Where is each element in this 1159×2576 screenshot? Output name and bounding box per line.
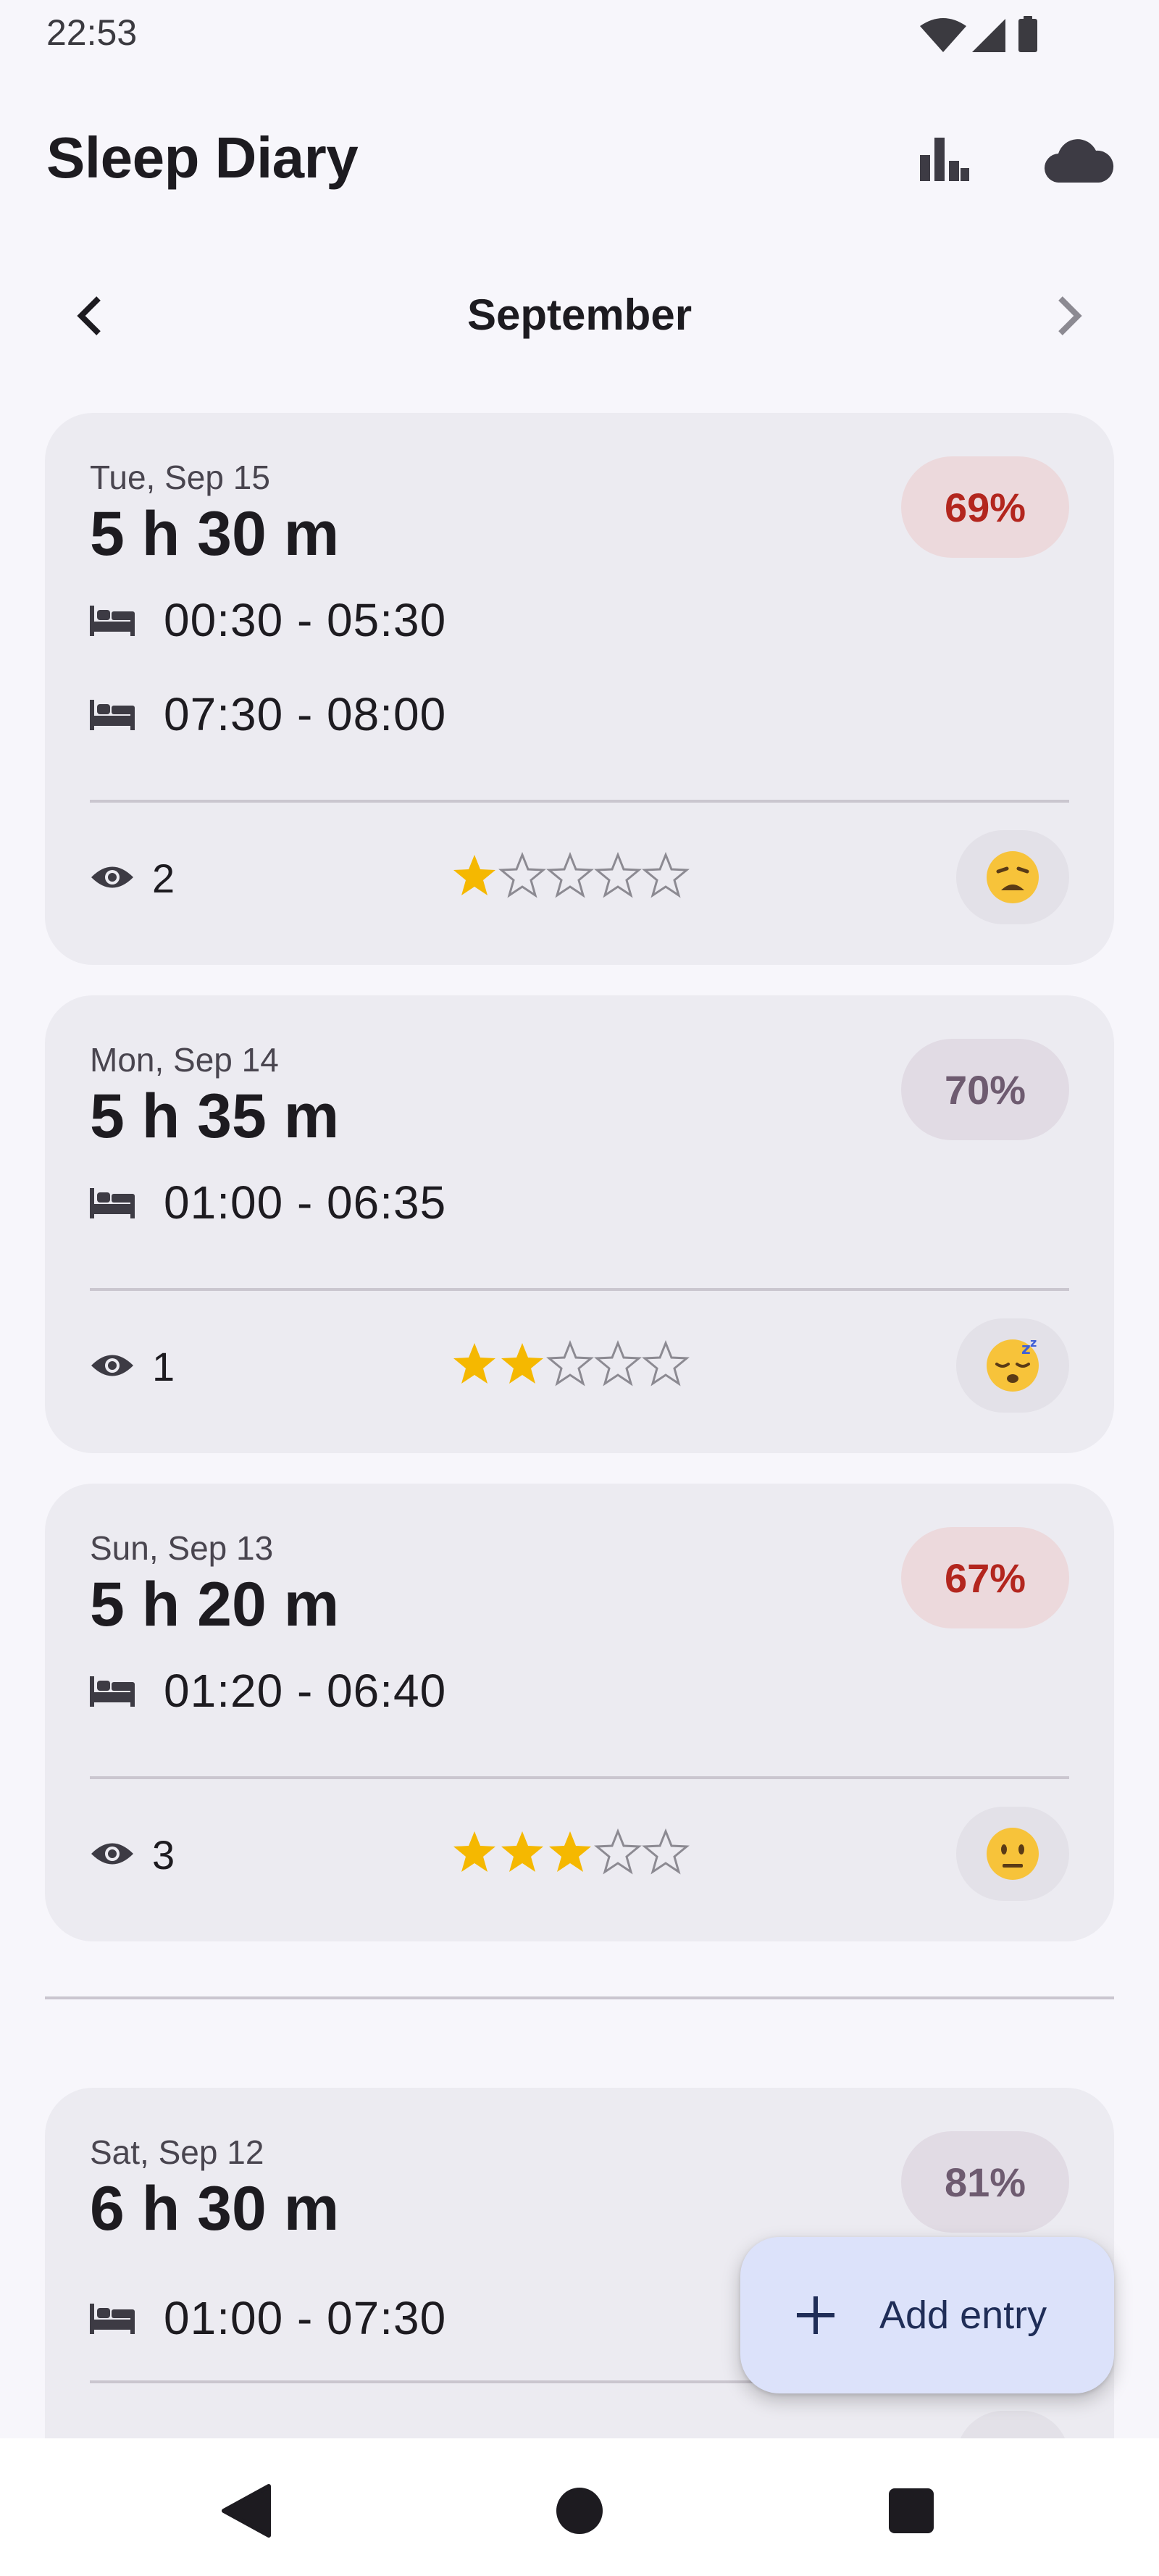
nav-recents-button[interactable] <box>861 2460 962 2562</box>
mood-button[interactable] <box>956 830 1069 924</box>
entry-date: Tue, Sep 15 <box>90 459 270 496</box>
eye-icon <box>91 1355 133 1376</box>
system-navigation-bar <box>0 2438 1159 2576</box>
wifi-icon <box>920 18 966 52</box>
month-divider <box>45 1996 1114 1999</box>
app-title: Sleep Diary <box>46 125 359 190</box>
star-outline-icon[interactable] <box>546 852 594 900</box>
entry-duration: 5 h 20 m <box>90 1570 340 1639</box>
interval-time: 01:00 - 07:30 <box>164 2292 447 2344</box>
star-outline-icon[interactable] <box>642 1340 690 1388</box>
eye-icon <box>91 1843 133 1865</box>
star-outline-icon[interactable] <box>546 1340 594 1388</box>
star-filled-icon[interactable] <box>498 1828 546 1876</box>
nav-home-button[interactable] <box>529 2460 630 2562</box>
entry-footer: 3 <box>90 1807 1069 1901</box>
star-filled-icon[interactable] <box>451 1340 498 1388</box>
nav-back-button[interactable] <box>196 2460 297 2562</box>
battery-icon <box>1018 19 1037 52</box>
add-entry-label: Add entry <box>879 2293 1047 2337</box>
cloud-icon <box>1044 139 1114 183</box>
entry-duration: 5 h 30 m <box>90 499 340 569</box>
cloud-backup-button[interactable] <box>1036 116 1123 203</box>
interval-time: 01:00 - 06:35 <box>164 1176 447 1229</box>
entry-date: Mon, Sep 14 <box>90 1041 279 1079</box>
entry-duration: 6 h 30 m <box>90 2174 340 2243</box>
app-bar: Sleep Diary <box>0 101 1159 217</box>
entry-card[interactable]: Tue, Sep 15 5 h 30 m 69% 00:30 - 05:30 0… <box>45 413 1114 965</box>
rating-stars[interactable] <box>451 1340 690 1391</box>
awakenings-count: 2 <box>152 856 175 901</box>
entry-footer: 2 <box>90 830 1069 924</box>
mood-button[interactable] <box>956 1807 1069 1901</box>
weary-face-icon <box>987 851 1039 903</box>
month-navigation: September <box>0 268 1159 362</box>
star-filled-icon[interactable] <box>546 1828 594 1876</box>
add-entry-button[interactable]: Add entry <box>740 2237 1114 2393</box>
star-outline-icon[interactable] <box>642 1828 690 1876</box>
status-time: 22:53 <box>46 12 138 53</box>
plus-icon <box>797 2296 834 2334</box>
star-outline-icon[interactable] <box>594 1828 642 1876</box>
svg-text:z: z <box>1030 1338 1037 1350</box>
sleep-score-badge: 67% <box>901 1527 1069 1628</box>
divider <box>90 1776 1069 1779</box>
mood-button[interactable]: z z <box>956 1318 1069 1413</box>
divider <box>90 1288 1069 1291</box>
back-triangle-icon <box>222 2484 271 2538</box>
sleep-score-badge: 69% <box>901 456 1069 558</box>
entry-card[interactable]: Sun, Sep 13 5 h 20 m 67% 01:20 - 06:40 3 <box>45 1484 1114 1941</box>
star-filled-icon[interactable] <box>498 1340 546 1388</box>
sleeping-face-icon: z z <box>987 1338 1039 1392</box>
bed-icon <box>90 1188 135 1218</box>
entry-date: Sat, Sep 12 <box>90 2133 264 2171</box>
sleep-score-badge: 81% <box>901 2131 1069 2233</box>
awakenings-count: 3 <box>152 1832 175 1878</box>
rating-stars[interactable] <box>451 1828 690 1879</box>
awakenings-count: 1 <box>152 1344 175 1389</box>
home-circle-icon <box>556 2488 603 2534</box>
bed-icon <box>90 700 135 730</box>
interval-time: 07:30 - 08:00 <box>164 688 447 740</box>
star-outline-icon[interactable] <box>498 852 546 900</box>
entry-date: Sun, Sep 13 <box>90 1529 274 1567</box>
divider <box>90 800 1069 803</box>
screen: 22:53 Sleep Diary September Tue, Sep 15 … <box>0 0 1159 2576</box>
status-icons <box>920 16 1037 52</box>
sleep-interval: 01:20 - 06:40 <box>90 1662 446 1720</box>
star-outline-icon[interactable] <box>594 852 642 900</box>
interval-time: 00:30 - 05:30 <box>164 594 447 646</box>
recents-square-icon <box>889 2488 934 2533</box>
month-label: September <box>466 290 693 339</box>
interval-time: 01:20 - 06:40 <box>164 1665 447 1717</box>
star-outline-icon[interactable] <box>594 1340 642 1388</box>
status-bar: 22:53 <box>0 0 1159 70</box>
entry-duration: 5 h 35 m <box>90 1082 340 1151</box>
bed-icon <box>90 1676 135 1707</box>
neutral-face-icon <box>987 1828 1039 1880</box>
bar-chart-icon <box>920 138 969 181</box>
svg-text:z: z <box>1021 1340 1031 1358</box>
sleep-interval: 01:00 - 07:30 <box>90 2289 446 2347</box>
signal-icon <box>972 19 1005 52</box>
sleep-interval: 00:30 - 05:30 <box>90 591 446 649</box>
star-outline-icon[interactable] <box>642 852 690 900</box>
star-filled-icon[interactable] <box>451 1828 498 1876</box>
entry-footer: 1 z z <box>90 1318 1069 1413</box>
sleep-score-badge: 70% <box>901 1039 1069 1140</box>
bed-icon <box>90 606 135 636</box>
sleep-interval: 07:30 - 08:00 <box>90 685 446 743</box>
sleep-interval: 01:00 - 06:35 <box>90 1174 446 1231</box>
entry-card[interactable]: Mon, Sep 14 5 h 35 m 70% 01:00 - 06:35 1 <box>45 995 1114 1453</box>
statistics-button[interactable] <box>901 116 988 203</box>
star-filled-icon[interactable] <box>451 852 498 900</box>
bed-icon <box>90 2304 135 2334</box>
rating-stars[interactable] <box>451 852 690 903</box>
next-month-button[interactable] <box>1026 272 1113 359</box>
chevron-right-icon <box>1058 296 1082 335</box>
eye-icon <box>91 866 133 888</box>
